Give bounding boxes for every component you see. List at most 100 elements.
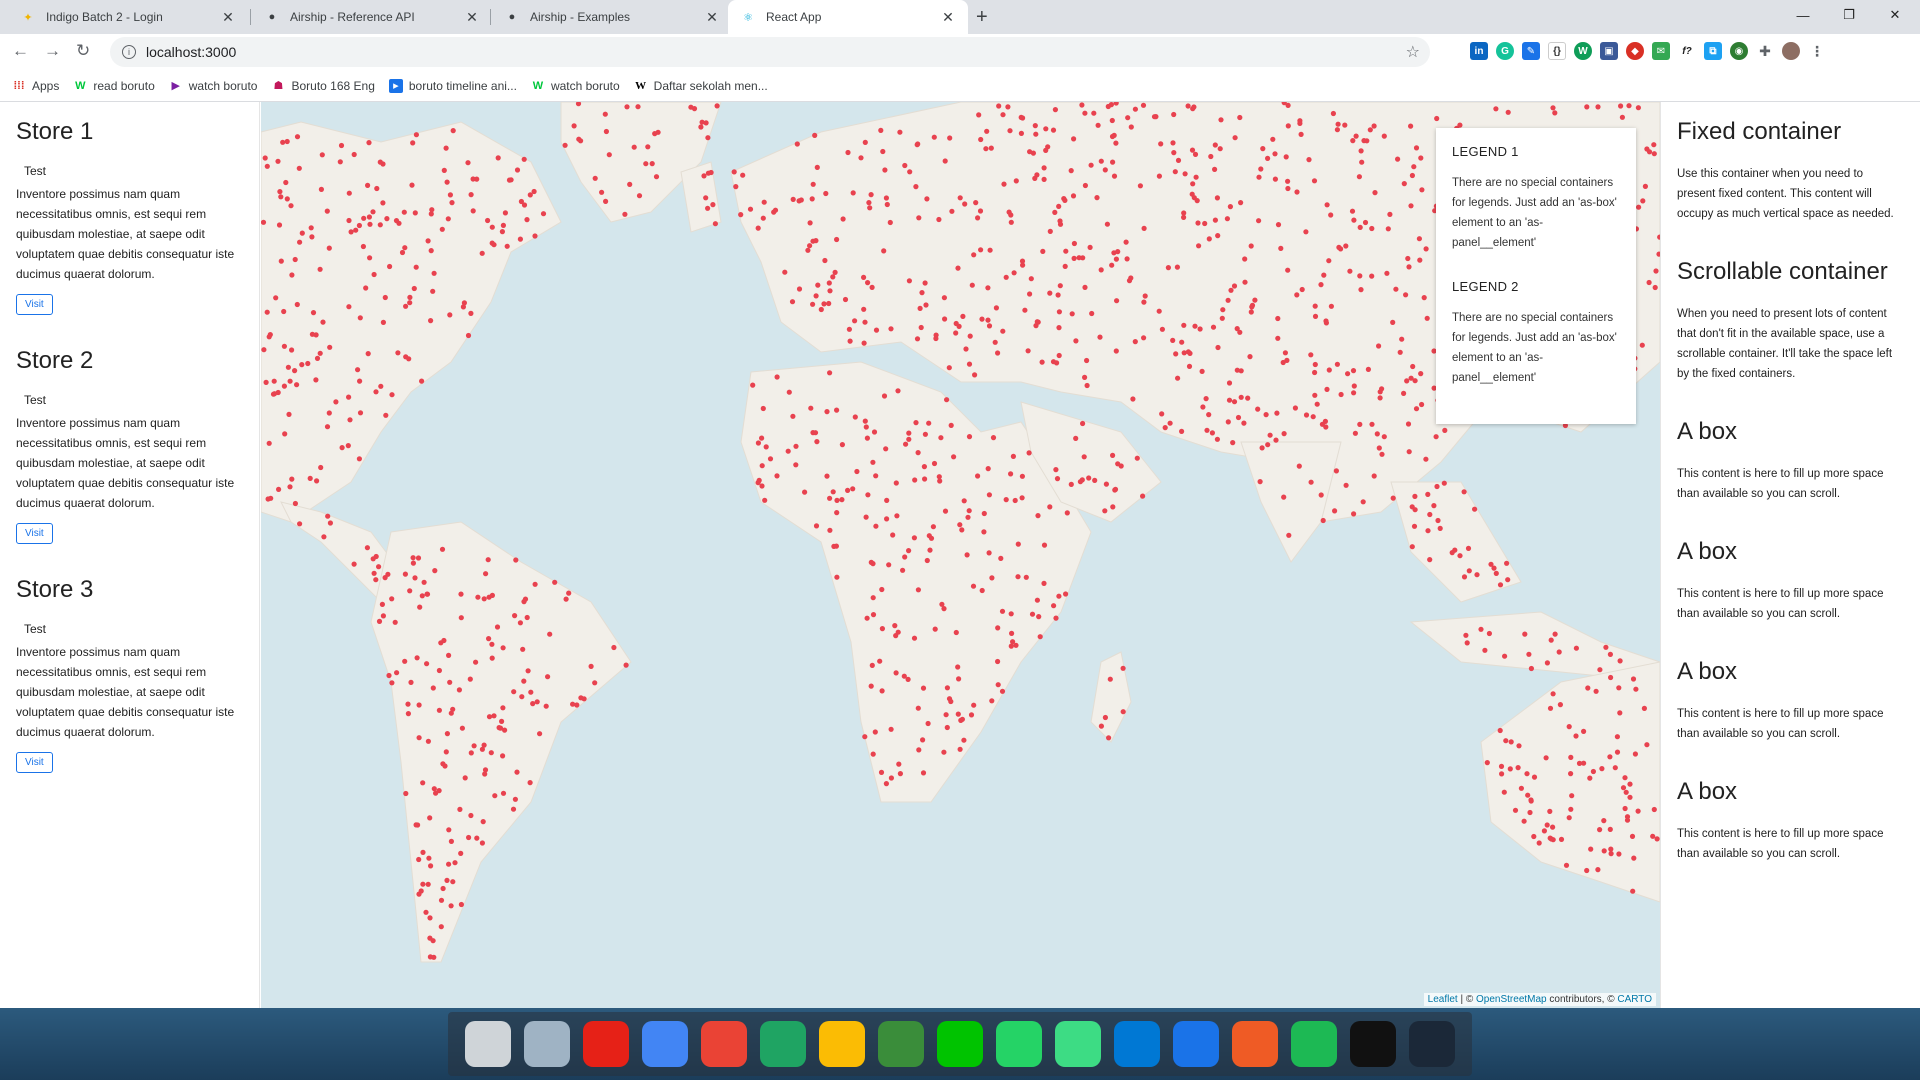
- map-marker[interactable]: [1493, 106, 1499, 112]
- map-marker[interactable]: [1376, 445, 1382, 451]
- map-marker[interactable]: [282, 431, 288, 437]
- map-marker[interactable]: [965, 514, 971, 520]
- map-marker[interactable]: [1181, 322, 1187, 328]
- map-marker[interactable]: [1617, 710, 1623, 716]
- map-marker[interactable]: [896, 761, 902, 767]
- map-marker[interactable]: [1189, 147, 1196, 153]
- map-marker[interactable]: [796, 286, 803, 292]
- map-marker[interactable]: [990, 435, 997, 441]
- map-marker[interactable]: [834, 497, 840, 503]
- map-marker[interactable]: [1550, 105, 1556, 111]
- map-marker[interactable]: [525, 668, 531, 674]
- map-marker[interactable]: [424, 661, 430, 667]
- map-marker[interactable]: [1406, 449, 1412, 455]
- map-marker[interactable]: [927, 547, 933, 553]
- map-marker[interactable]: [414, 655, 420, 661]
- map-marker[interactable]: [761, 199, 767, 205]
- map-marker[interactable]: [278, 194, 284, 200]
- map-marker[interactable]: [917, 305, 923, 311]
- map-marker[interactable]: [992, 339, 998, 345]
- map-marker[interactable]: [1005, 104, 1011, 110]
- map-marker[interactable]: [938, 435, 944, 441]
- map-marker[interactable]: [1179, 428, 1185, 434]
- map-marker[interactable]: [698, 124, 704, 130]
- map-marker[interactable]: [1089, 310, 1095, 317]
- map-marker[interactable]: [1199, 368, 1205, 374]
- map-marker[interactable]: [430, 288, 436, 294]
- map-marker[interactable]: [995, 350, 1001, 356]
- map-marker[interactable]: [957, 522, 963, 528]
- map-marker[interactable]: [351, 151, 357, 158]
- map-marker[interactable]: [622, 211, 628, 217]
- map-marker[interactable]: [1393, 286, 1399, 292]
- map-marker[interactable]: [939, 601, 945, 607]
- map-marker[interactable]: [1112, 486, 1119, 492]
- map-marker[interactable]: [326, 245, 332, 251]
- map-marker[interactable]: [738, 212, 744, 218]
- reload-icon[interactable]: ↻: [76, 41, 90, 61]
- map-marker[interactable]: [466, 834, 472, 841]
- map-marker[interactable]: [1025, 348, 1031, 354]
- map-marker[interactable]: [378, 383, 384, 389]
- map-marker[interactable]: [1306, 157, 1312, 163]
- map-marker[interactable]: [975, 473, 981, 479]
- map-marker[interactable]: [931, 460, 938, 467]
- map-marker[interactable]: [1326, 258, 1332, 264]
- map-marker[interactable]: [488, 750, 494, 756]
- map-marker[interactable]: [1449, 550, 1455, 556]
- chrome-icon[interactable]: [641, 1021, 688, 1067]
- map-marker[interactable]: [1068, 481, 1074, 487]
- map-marker[interactable]: [440, 885, 446, 892]
- tab-airship-examples[interactable]: ● Airship - Examples ✕: [492, 0, 732, 34]
- function-ext-icon[interactable]: f?: [1678, 42, 1696, 60]
- map-marker[interactable]: [947, 135, 953, 141]
- map-marker[interactable]: [445, 216, 451, 222]
- map-marker[interactable]: [348, 229, 354, 235]
- map-marker[interactable]: [485, 217, 491, 224]
- map-marker[interactable]: [458, 850, 464, 857]
- map-marker[interactable]: [1618, 103, 1624, 109]
- map-marker[interactable]: [767, 456, 774, 462]
- map-marker[interactable]: [1547, 705, 1554, 711]
- map-marker[interactable]: [1047, 290, 1053, 296]
- map-marker[interactable]: [262, 155, 268, 161]
- map-marker[interactable]: [812, 132, 818, 138]
- map-marker[interactable]: [747, 206, 754, 212]
- map-marker[interactable]: [926, 420, 932, 426]
- map-marker[interactable]: [1418, 155, 1424, 161]
- map-marker[interactable]: [457, 806, 463, 813]
- map-marker[interactable]: [365, 351, 371, 357]
- map-marker[interactable]: [1242, 279, 1248, 285]
- spotify-icon[interactable]: [1291, 1021, 1338, 1067]
- map-marker[interactable]: [1413, 145, 1420, 151]
- map-marker[interactable]: [912, 477, 918, 483]
- map-marker[interactable]: [1384, 270, 1390, 276]
- map-marker[interactable]: [1225, 297, 1231, 303]
- map-marker[interactable]: [420, 849, 426, 856]
- map-marker[interactable]: [988, 145, 994, 151]
- map-marker[interactable]: [552, 579, 558, 585]
- map-marker[interactable]: [337, 159, 343, 165]
- map-marker[interactable]: [416, 735, 422, 741]
- map-marker[interactable]: [1069, 311, 1075, 317]
- map-marker[interactable]: [1035, 513, 1041, 519]
- map-marker[interactable]: [1008, 471, 1014, 477]
- map-marker[interactable]: [807, 220, 813, 226]
- map-marker[interactable]: [263, 379, 269, 385]
- map-marker[interactable]: [1421, 295, 1427, 301]
- map-marker[interactable]: [427, 935, 433, 941]
- map-marker[interactable]: [425, 738, 431, 744]
- map-marker[interactable]: [1543, 755, 1549, 761]
- map-marker[interactable]: [444, 877, 450, 884]
- map-marker[interactable]: [1512, 807, 1519, 813]
- map-marker[interactable]: [1285, 102, 1291, 108]
- map-marker[interactable]: [1298, 131, 1304, 137]
- map-marker[interactable]: [920, 770, 927, 776]
- map-marker[interactable]: [1342, 122, 1348, 128]
- map-marker[interactable]: [1369, 273, 1375, 279]
- map-marker[interactable]: [1442, 427, 1448, 433]
- map-marker[interactable]: [916, 215, 922, 221]
- map-marker[interactable]: [1047, 228, 1053, 234]
- map-marker[interactable]: [1265, 442, 1271, 448]
- map-marker[interactable]: [1324, 386, 1330, 392]
